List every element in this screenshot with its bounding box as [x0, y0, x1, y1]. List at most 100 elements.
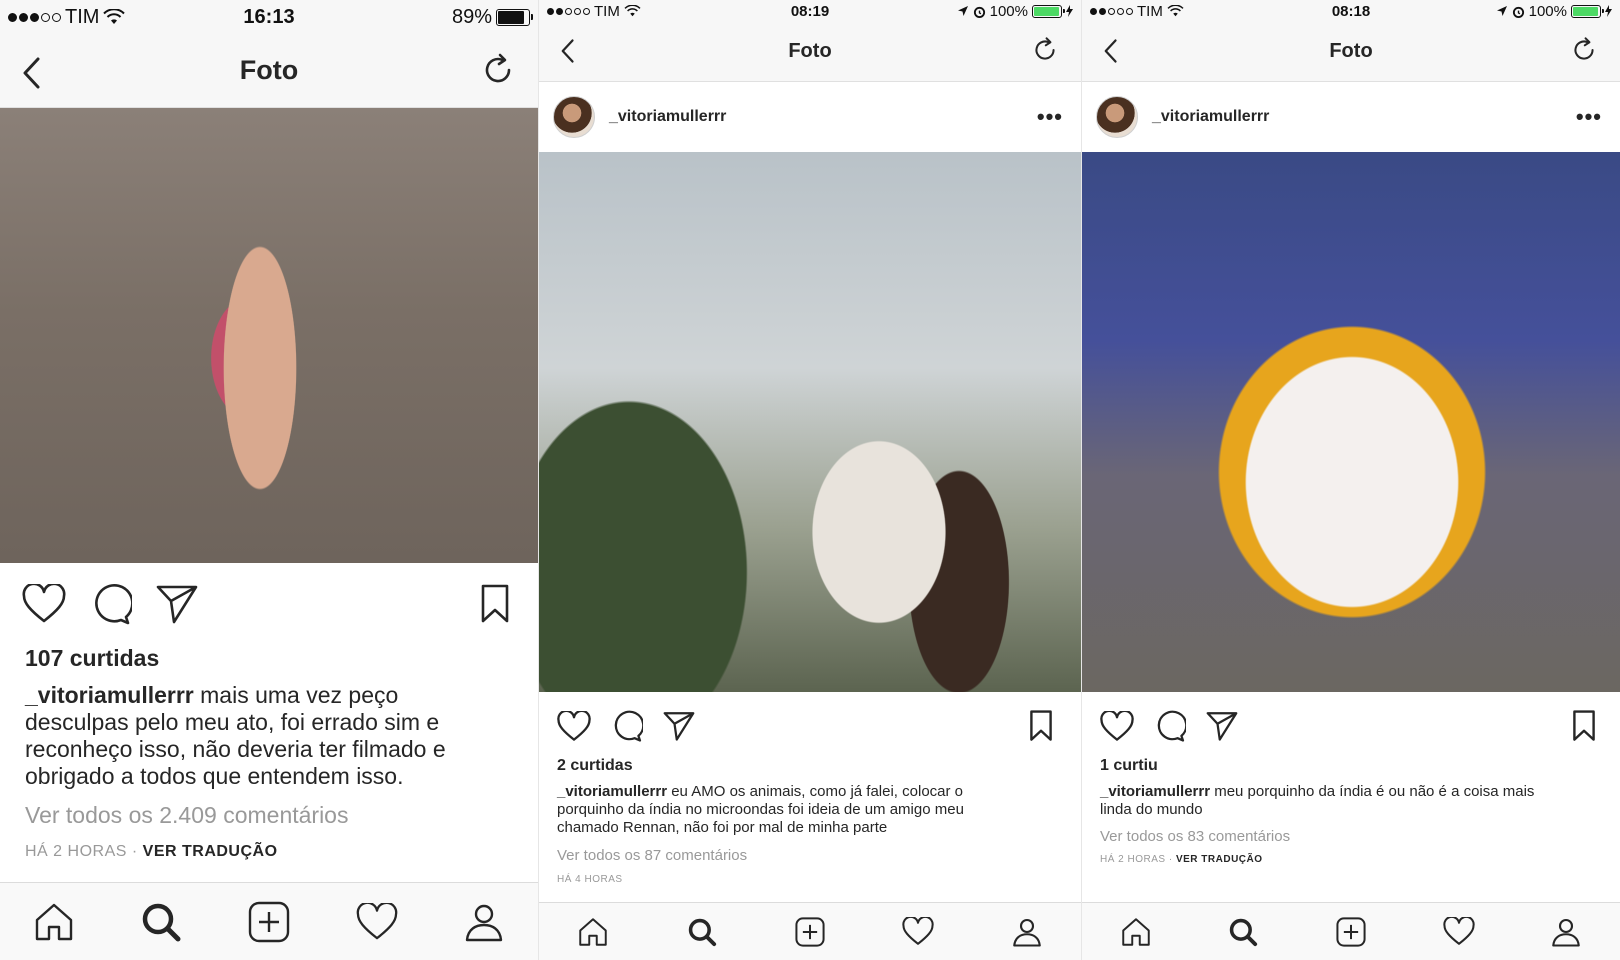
more-options-icon[interactable]: ••• [1576, 104, 1602, 130]
page-title: Foto [788, 40, 832, 62]
more-options-icon[interactable]: ••• [1037, 104, 1063, 130]
add-post-icon [795, 916, 825, 947]
post-photo[interactable] [1082, 152, 1620, 692]
alarm-icon [1512, 6, 1524, 18]
page-title: Foto [239, 55, 299, 85]
battery-icon [496, 8, 533, 26]
page-title: Foto [1329, 40, 1373, 62]
chevron-left-icon[interactable] [559, 38, 577, 64]
activity-heart-icon [1442, 917, 1475, 945]
heart-icon[interactable] [557, 710, 591, 742]
tab-add[interactable] [239, 883, 299, 960]
likes-count[interactable]: 107 curtidas [25, 645, 159, 672]
home-icon [35, 903, 72, 940]
heart-icon[interactable] [1100, 710, 1134, 742]
home-icon [1122, 917, 1150, 946]
view-comments-link[interactable]: Ver todos os 2.409 comentários [25, 802, 348, 829]
post-meta: HÁ 2 HORAS · VER TRADUÇÃO [1100, 854, 1263, 865]
caption-username[interactable]: _vitoriamullerrr [557, 783, 667, 800]
home-icon [579, 917, 607, 946]
nav-bar: Foto [1082, 22, 1620, 82]
post-header: _vitoriamullerrr ••• [1082, 82, 1620, 152]
tab-add[interactable] [1321, 903, 1381, 960]
time-ago: HÁ 2 HORAS [25, 843, 127, 860]
search-icon [1230, 918, 1258, 946]
tab-profile[interactable] [997, 903, 1057, 960]
tab-bar [0, 882, 538, 960]
post-username[interactable]: _vitoriamullerrr [1152, 108, 1269, 126]
send-icon[interactable] [663, 711, 695, 741]
tab-home[interactable] [24, 883, 84, 960]
translate-link[interactable]: VER TRADUÇÃO [143, 843, 278, 860]
comment-bubble-icon[interactable] [611, 710, 643, 742]
tab-profile[interactable] [1536, 903, 1596, 960]
battery-percent: 100% [989, 2, 1028, 20]
nav-bar: Foto [539, 22, 1081, 82]
post-caption: _vitoriamullerrr eu AMO os animais, como… [557, 783, 1027, 837]
avatar[interactable] [553, 96, 595, 138]
add-post-icon [1336, 916, 1366, 947]
post-actions [1082, 706, 1620, 746]
post-photo[interactable] [0, 108, 538, 563]
post-photo[interactable] [539, 152, 1081, 692]
chevron-left-icon[interactable] [1102, 38, 1120, 64]
view-comments-link[interactable]: Ver todos os 83 comentários [1100, 828, 1290, 845]
post-caption: _vitoriamullerrr mais uma vez peço descu… [25, 682, 495, 790]
battery-icon [1032, 4, 1065, 18]
caption-username[interactable]: _vitoriamullerrr [25, 682, 194, 708]
screen-3: TIM 08:18 100% Foto _vitoriamullerrr •••… [1082, 0, 1620, 960]
bookmark-icon[interactable] [480, 584, 510, 624]
bookmark-icon[interactable] [1029, 710, 1053, 742]
tab-profile[interactable] [454, 883, 514, 960]
nav-bar: Foto [0, 34, 538, 108]
tab-home[interactable] [563, 903, 623, 960]
tab-bar [539, 902, 1081, 960]
likes-count[interactable]: 1 curtiu [1100, 757, 1158, 775]
tab-search[interactable] [131, 883, 191, 960]
profile-icon [1552, 918, 1580, 947]
tab-bar [1082, 902, 1620, 960]
activity-heart-icon [902, 917, 934, 945]
post-header: _vitoriamullerrr ••• [539, 82, 1081, 152]
post-actions [0, 580, 538, 628]
location-arrow-icon [957, 6, 968, 16]
location-arrow-icon [1496, 6, 1507, 16]
meta-separator: · [1165, 854, 1176, 865]
battery-percent: 89% [451, 5, 492, 28]
charging-bolt-icon [1605, 5, 1612, 17]
post-caption: _vitoriamullerrr meu porquinho da índia … [1100, 783, 1570, 819]
comment-bubble-icon[interactable] [1154, 710, 1186, 742]
activity-heart-icon [356, 902, 397, 939]
tab-activity[interactable] [888, 903, 948, 960]
search-icon [688, 918, 716, 946]
status-bar: TIM 08:19 100% [539, 0, 1081, 22]
refresh-icon[interactable] [1031, 36, 1059, 64]
tab-search[interactable] [672, 903, 732, 960]
tab-add[interactable] [780, 903, 840, 960]
bookmark-icon[interactable] [1572, 710, 1596, 742]
post-username[interactable]: _vitoriamullerrr [609, 108, 726, 126]
view-comments-link[interactable]: Ver todos os 87 comentários [557, 847, 747, 864]
profile-icon [1012, 918, 1041, 947]
tab-search[interactable] [1213, 903, 1273, 960]
likes-count[interactable]: 2 curtidas [557, 757, 633, 775]
tab-activity[interactable] [1429, 903, 1489, 960]
refresh-icon[interactable] [480, 52, 516, 88]
caption-username[interactable]: _vitoriamullerrr [1100, 783, 1210, 800]
screen-1: TIM 16:13 89% Foto 107 curtidas _vitoria… [0, 0, 538, 960]
chevron-left-icon[interactable] [20, 56, 44, 90]
send-icon[interactable] [1206, 711, 1238, 741]
translate-link[interactable]: VER TRADUÇÃO [1176, 854, 1263, 865]
search-icon [143, 903, 181, 941]
tab-home[interactable] [1106, 903, 1166, 960]
profile-icon [465, 904, 503, 941]
status-bar: TIM 16:13 89% [0, 0, 538, 34]
send-icon[interactable] [156, 584, 198, 624]
post-meta: HÁ 4 HORAS [557, 874, 623, 885]
avatar[interactable] [1096, 96, 1138, 138]
tab-activity[interactable] [347, 883, 407, 960]
alarm-icon [973, 6, 985, 18]
comment-bubble-icon[interactable] [90, 583, 132, 625]
heart-icon[interactable] [22, 584, 66, 624]
refresh-icon[interactable] [1570, 36, 1598, 64]
